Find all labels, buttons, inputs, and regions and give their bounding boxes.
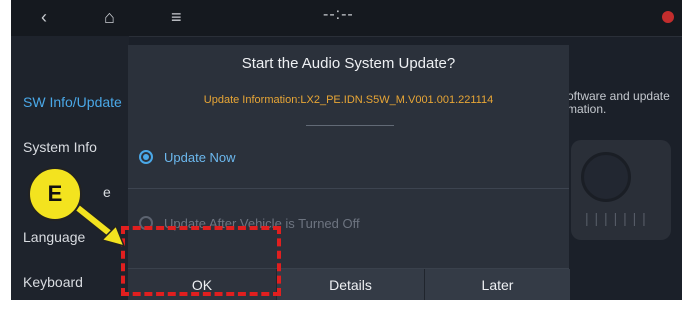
callout-arrow — [75, 204, 126, 248]
callout-e: E — [28, 167, 82, 221]
